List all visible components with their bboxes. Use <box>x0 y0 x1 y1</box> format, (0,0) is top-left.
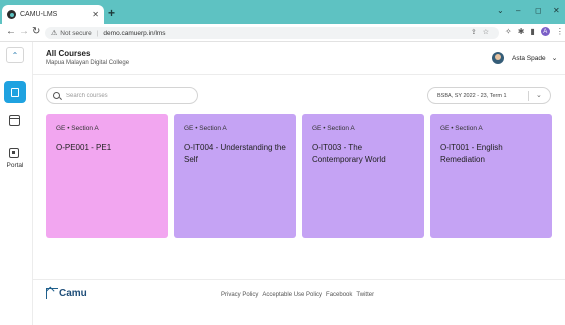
extension-icon[interactable]: ✧ <box>505 27 512 36</box>
course-card[interactable]: GE • Section A O-IT003 - The Contemporar… <box>302 114 424 238</box>
menu-kebab-icon[interactable]: ⋮ <box>556 27 564 36</box>
url-text[interactable]: demo.camuerp.in/lms <box>103 30 165 37</box>
camu-logo: Camu <box>46 288 87 299</box>
course-title[interactable]: O-PE001 - PE1 <box>56 142 158 154</box>
minimize-icon[interactable]: – <box>516 6 520 15</box>
course-tag: GE • Section A <box>56 125 99 132</box>
address-bar[interactable]: ⚠ Not secure | demo.camuerp.in/lms ⇪☆ <box>45 27 499 39</box>
course-tag: GE • Section A <box>440 125 483 132</box>
facebook-link[interactable]: Facebook <box>326 292 352 298</box>
tab-title: CAMU-LMS <box>20 11 58 18</box>
course-card[interactable]: GE • Section A O-PE001 - PE1 <box>46 114 168 238</box>
avatar[interactable] <box>492 52 504 64</box>
share-icon[interactable]: ⇪ <box>471 29 483 36</box>
chevron-up-icon: ⌃ <box>11 50 19 60</box>
browser-tab[interactable]: CAMU-LMS ✕ <box>2 5 104 24</box>
course-grid: GE • Section A O-PE001 - PE1 GE • Sectio… <box>46 114 552 238</box>
back-arrow-icon[interactable]: ← <box>6 26 16 37</box>
course-tag: GE • Section A <box>184 125 227 132</box>
portal-icon[interactable] <box>9 148 19 158</box>
course-title[interactable]: O-IT004 - Understanding the Self <box>184 142 286 166</box>
browser-tab-strip: CAMU-LMS ✕ + ⌄ – ◻ ✕ <box>0 0 565 24</box>
course-title[interactable]: O-IT003 - The Contemporary World <box>312 142 414 166</box>
header-divider <box>33 74 565 75</box>
user-name[interactable]: Asta Spade <box>512 55 546 62</box>
course-title[interactable]: O-IT001 - English Remediation <box>440 142 542 166</box>
address-separator: | <box>96 29 99 37</box>
course-tag: GE • Section A <box>312 125 355 132</box>
profile-avatar[interactable]: A <box>540 27 550 36</box>
bookmark-star-icon[interactable]: ☆ <box>483 29 495 36</box>
term-select-value: BSBA, SY 2022 - 23, Term 1 <box>437 92 507 99</box>
logo-text: Camu <box>59 288 87 299</box>
lms-app: ⌃ Portal All Courses Mapua Malayan Digit… <box>0 42 565 325</box>
privacy-policy-link[interactable]: Privacy Policy <box>221 292 258 298</box>
book-icon <box>11 87 19 97</box>
sidebar: ⌃ Portal <box>0 42 33 325</box>
term-select-divider <box>528 91 529 101</box>
sidebar-item-courses[interactable] <box>4 81 26 103</box>
omnibox-actions: ⇪☆ <box>471 28 495 36</box>
chevron-down-icon[interactable]: ⌄ <box>552 54 558 62</box>
browser-toolbar: ← → ↻ ⚠ Not secure | demo.camuerp.in/lms… <box>0 24 565 42</box>
sidepanel-icon[interactable]: ▮ <box>530 27 534 36</box>
footer-links: Privacy Policy Acceptable Use Policy Fac… <box>221 292 374 298</box>
puzzle-icon[interactable]: ✱ <box>518 27 525 36</box>
reload-icon[interactable]: ↻ <box>32 26 40 37</box>
sidebar-item-portal-label[interactable]: Portal <box>0 162 30 169</box>
footer-divider <box>33 279 565 280</box>
sidebar-collapse-button[interactable]: ⌃ <box>6 47 24 63</box>
course-card[interactable]: GE • Section A O-IT001 - English Remedia… <box>430 114 552 238</box>
new-tab-button[interactable]: + <box>108 6 115 20</box>
search-box[interactable] <box>46 87 198 104</box>
acceptable-use-policy-link[interactable]: Acceptable Use Policy <box>262 292 322 298</box>
twitter-link[interactable]: Twitter <box>356 292 374 298</box>
camu-logo-icon <box>46 288 58 299</box>
forward-arrow-icon[interactable]: → <box>19 26 29 37</box>
warning-icon[interactable]: ⚠ <box>51 29 57 37</box>
college-name: Mapua Malayan Digital College <box>46 60 130 66</box>
search-input[interactable] <box>66 92 186 99</box>
security-label: Not secure <box>60 29 92 37</box>
tab-search-chevron-icon[interactable]: ⌄ <box>497 6 504 15</box>
chevron-down-icon[interactable]: ⌄ <box>536 91 542 99</box>
maximize-icon[interactable]: ◻ <box>535 6 542 15</box>
course-card[interactable]: GE • Section A O-IT004 - Understanding t… <box>174 114 296 238</box>
search-icon <box>53 92 60 99</box>
tab-close-icon[interactable]: ✕ <box>92 10 99 19</box>
camu-favicon-icon <box>7 10 16 19</box>
window-close-icon[interactable]: ✕ <box>553 6 560 15</box>
extension-area: ✧ ✱ ▮ A ⋮ <box>505 27 564 36</box>
user-menu[interactable]: Asta Spade ⌄ <box>492 52 557 64</box>
term-select[interactable]: BSBA, SY 2022 - 23, Term 1 ⌄ <box>427 87 551 104</box>
page-title: All Courses <box>46 49 91 58</box>
calendar-icon[interactable] <box>9 115 20 126</box>
